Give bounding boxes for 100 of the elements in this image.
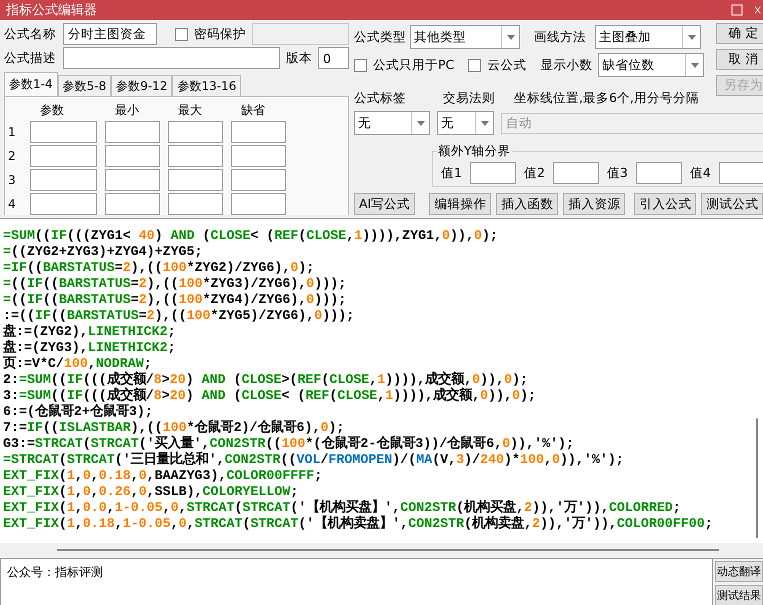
code-line: =SUM((IF(((ZYG1< 40) AND (CLOSE< (REF(CLOSE,1)))),ZYG1,0)),0); (3, 228, 499, 244)
tool-button[interactable]: 插入资源 (563, 193, 626, 215)
caret-icon (506, 34, 514, 40)
group-title: 额外Y轴分界 (437, 143, 512, 160)
param-field[interactable] (168, 169, 223, 191)
param-field[interactable] (30, 193, 97, 215)
code-line: 页:=V*C/100,NODRAW; (3, 356, 153, 371)
param-field[interactable] (30, 145, 97, 167)
bound-field[interactable] (718, 162, 763, 184)
param-tab[interactable]: 参数1-4 (4, 72, 58, 96)
code-line: =STRCAT(STRCAT('三日量比总和',CON2STR((VOL/FROMOPEN)/(MA(V,3)/240)*100,0)),'%'); (3, 452, 625, 468)
option-checkbox[interactable] (354, 58, 367, 72)
draw-select[interactable]: 主图叠加 (595, 25, 701, 49)
field-label: 版本 (286, 50, 312, 66)
description-field[interactable] (63, 47, 280, 69)
version-field[interactable]: 0 (318, 47, 349, 69)
param-field[interactable] (231, 145, 286, 167)
param-field[interactable] (231, 169, 286, 191)
field-label: 公式名称 (4, 26, 57, 42)
dialog-button[interactable]: 取 消 (716, 49, 763, 70)
param-tab[interactable]: 参数5-8 (58, 75, 112, 96)
field-label: 显示小数 (540, 56, 592, 74)
row-number: 3 (8, 173, 17, 187)
code-line: 7:=IF((ISLASTBAR),((100*仓鼠哥2)/仓鼠哥6),0); (3, 420, 346, 436)
decimals-select[interactable]: 缺省位数 (598, 53, 704, 77)
window-title: 指标公式编辑器 (6, 2, 98, 19)
caret-icon (690, 62, 699, 68)
code-editor[interactable] (0, 218, 763, 543)
param-field[interactable] (30, 169, 97, 191)
bound-field[interactable] (636, 162, 682, 184)
row-number: 1 (8, 125, 17, 139)
bound-field[interactable] (470, 162, 516, 184)
dialog-button[interactable]: 确 定 (716, 23, 763, 44)
option-checkbox[interactable] (468, 58, 482, 72)
code-line: 3:=SUM((IF(((成交额/8>20) AND (CLOSE< (REF(CLOSE,1)))),成交额,0)),0); (3, 388, 538, 404)
column-header: 最大 (177, 102, 203, 119)
tool-button[interactable]: 测试公式 (701, 193, 763, 215)
param-field[interactable] (231, 193, 286, 215)
code-line: EXT_FIX(1,0.18,1-0.05,0,STRCAT(STRCAT('【机构卖盘】',CON2STR(机构卖盘,2)),'万')),COLOR00FF00; (3, 516, 714, 532)
field-label: 坐标线位置,最多6个,用分号分隔 (514, 90, 699, 106)
checkbox-label: 云公式 (487, 56, 526, 74)
tool-button[interactable]: 编辑操作 (429, 193, 492, 215)
code-line: EXT_FIX(1,0,0.18,0,BAAZYG3),COLOR00FFFF; (3, 468, 324, 484)
code-line: :=((IF((BARSTATUS=2),((100*ZYG5)/ZYG6),0))); (3, 308, 356, 324)
code-line: 盘:=(ZYG2),LINETHICK2; (3, 324, 177, 340)
code-line: 盘:=(ZYG3),LINETHICK2; (3, 340, 177, 356)
row-number: 2 (8, 149, 17, 163)
code-line: EXT_FIX(1,0,0.26,0,SSLB),COLORYELLOW; (3, 484, 300, 500)
password-field[interactable] (252, 23, 349, 45)
close-icon[interactable] (755, 4, 763, 16)
code-line: =IF((BARSTATUS=2),((100*ZYG2)/ZYG6),0); (3, 260, 316, 276)
row-number: 4 (8, 197, 17, 211)
tool-button[interactable]: 插入函数 (496, 193, 558, 215)
caret-icon (688, 34, 696, 40)
field-label: 值3 (606, 164, 628, 182)
checkbox-label: 密码保护 (194, 26, 246, 42)
column-header: 参数 (39, 102, 65, 119)
output-button[interactable]: 动态翻译 (715, 561, 763, 582)
param-field[interactable] (105, 169, 160, 191)
caret-icon (416, 120, 424, 126)
code-line: =((ZYG2+ZYG3)+ZYG4)+ZYG5; (3, 244, 204, 260)
rule-select[interactable]: 无 (437, 111, 494, 135)
param-field[interactable] (105, 145, 160, 167)
tool-button[interactable]: 引入公式 (634, 193, 696, 215)
param-field[interactable] (105, 193, 160, 215)
code-line: EXT_FIX(1,0.0,1-0.05,0,STRCAT(STRCAT('【机构买盘】',CON2STR(机构买盘,2)),'万')),COLORRED; (3, 500, 682, 516)
caret-icon (480, 120, 488, 126)
param-field[interactable] (30, 121, 97, 143)
output-text: 公众号：指标评测 (0, 559, 713, 605)
field-label: 公式类型 (354, 28, 404, 46)
column-header: 缺省 (240, 102, 266, 119)
name-field[interactable]: 分时主图资金 (63, 23, 157, 45)
param-tab[interactable]: 参数13-16 (172, 75, 242, 96)
field-label: 值1 (441, 164, 462, 182)
tool-button[interactable]: AI写公式 (354, 193, 416, 215)
maximize-icon[interactable] (731, 4, 743, 16)
param-field[interactable] (168, 121, 223, 143)
output-button[interactable]: 测试结果 (715, 585, 763, 605)
checkbox-label: 公式只用于PC (373, 56, 454, 74)
field-label: 公式标签 (354, 90, 407, 106)
code-line: G3:=STRCAT(STRCAT('买入量',CON2STR((100*(仓鼠哥2-仓鼠哥3))/仓鼠哥6,0)),'%'); (3, 436, 576, 452)
param-field[interactable] (168, 193, 223, 215)
field-label: 画线方法 (534, 28, 587, 46)
password-checkbox[interactable] (175, 28, 188, 40)
field-label: 交易法则 (443, 90, 496, 106)
param-field[interactable] (231, 121, 286, 143)
type-select[interactable]: 其他类型 (410, 25, 520, 49)
field-label: 值4 (690, 164, 711, 182)
bound-field[interactable] (552, 162, 599, 184)
param-tab[interactable]: 参数9-12 (111, 75, 172, 96)
tag-select[interactable]: 无 (354, 111, 430, 135)
field-label: 公式描述 (4, 50, 57, 66)
param-field[interactable] (168, 145, 223, 167)
code-line: 6:=(仓鼠哥2+仓鼠哥3); (3, 404, 154, 420)
code-line: 2:=SUM((IF(((成交额/8>20) AND (CLOSE>(REF(CLOSE,1)))),成交额,0)),0); (3, 372, 530, 387)
field-label: 值2 (524, 164, 545, 182)
column-header: 最小 (114, 102, 140, 119)
code-line: =((IF((BARSTATUS=2),((100*ZYG3)/ZYG6),0))); (3, 276, 348, 292)
param-field[interactable] (105, 121, 160, 143)
code-line: =((IF((BARSTATUS=2),((100*ZYG4)/ZYG6),0))); (3, 292, 348, 308)
